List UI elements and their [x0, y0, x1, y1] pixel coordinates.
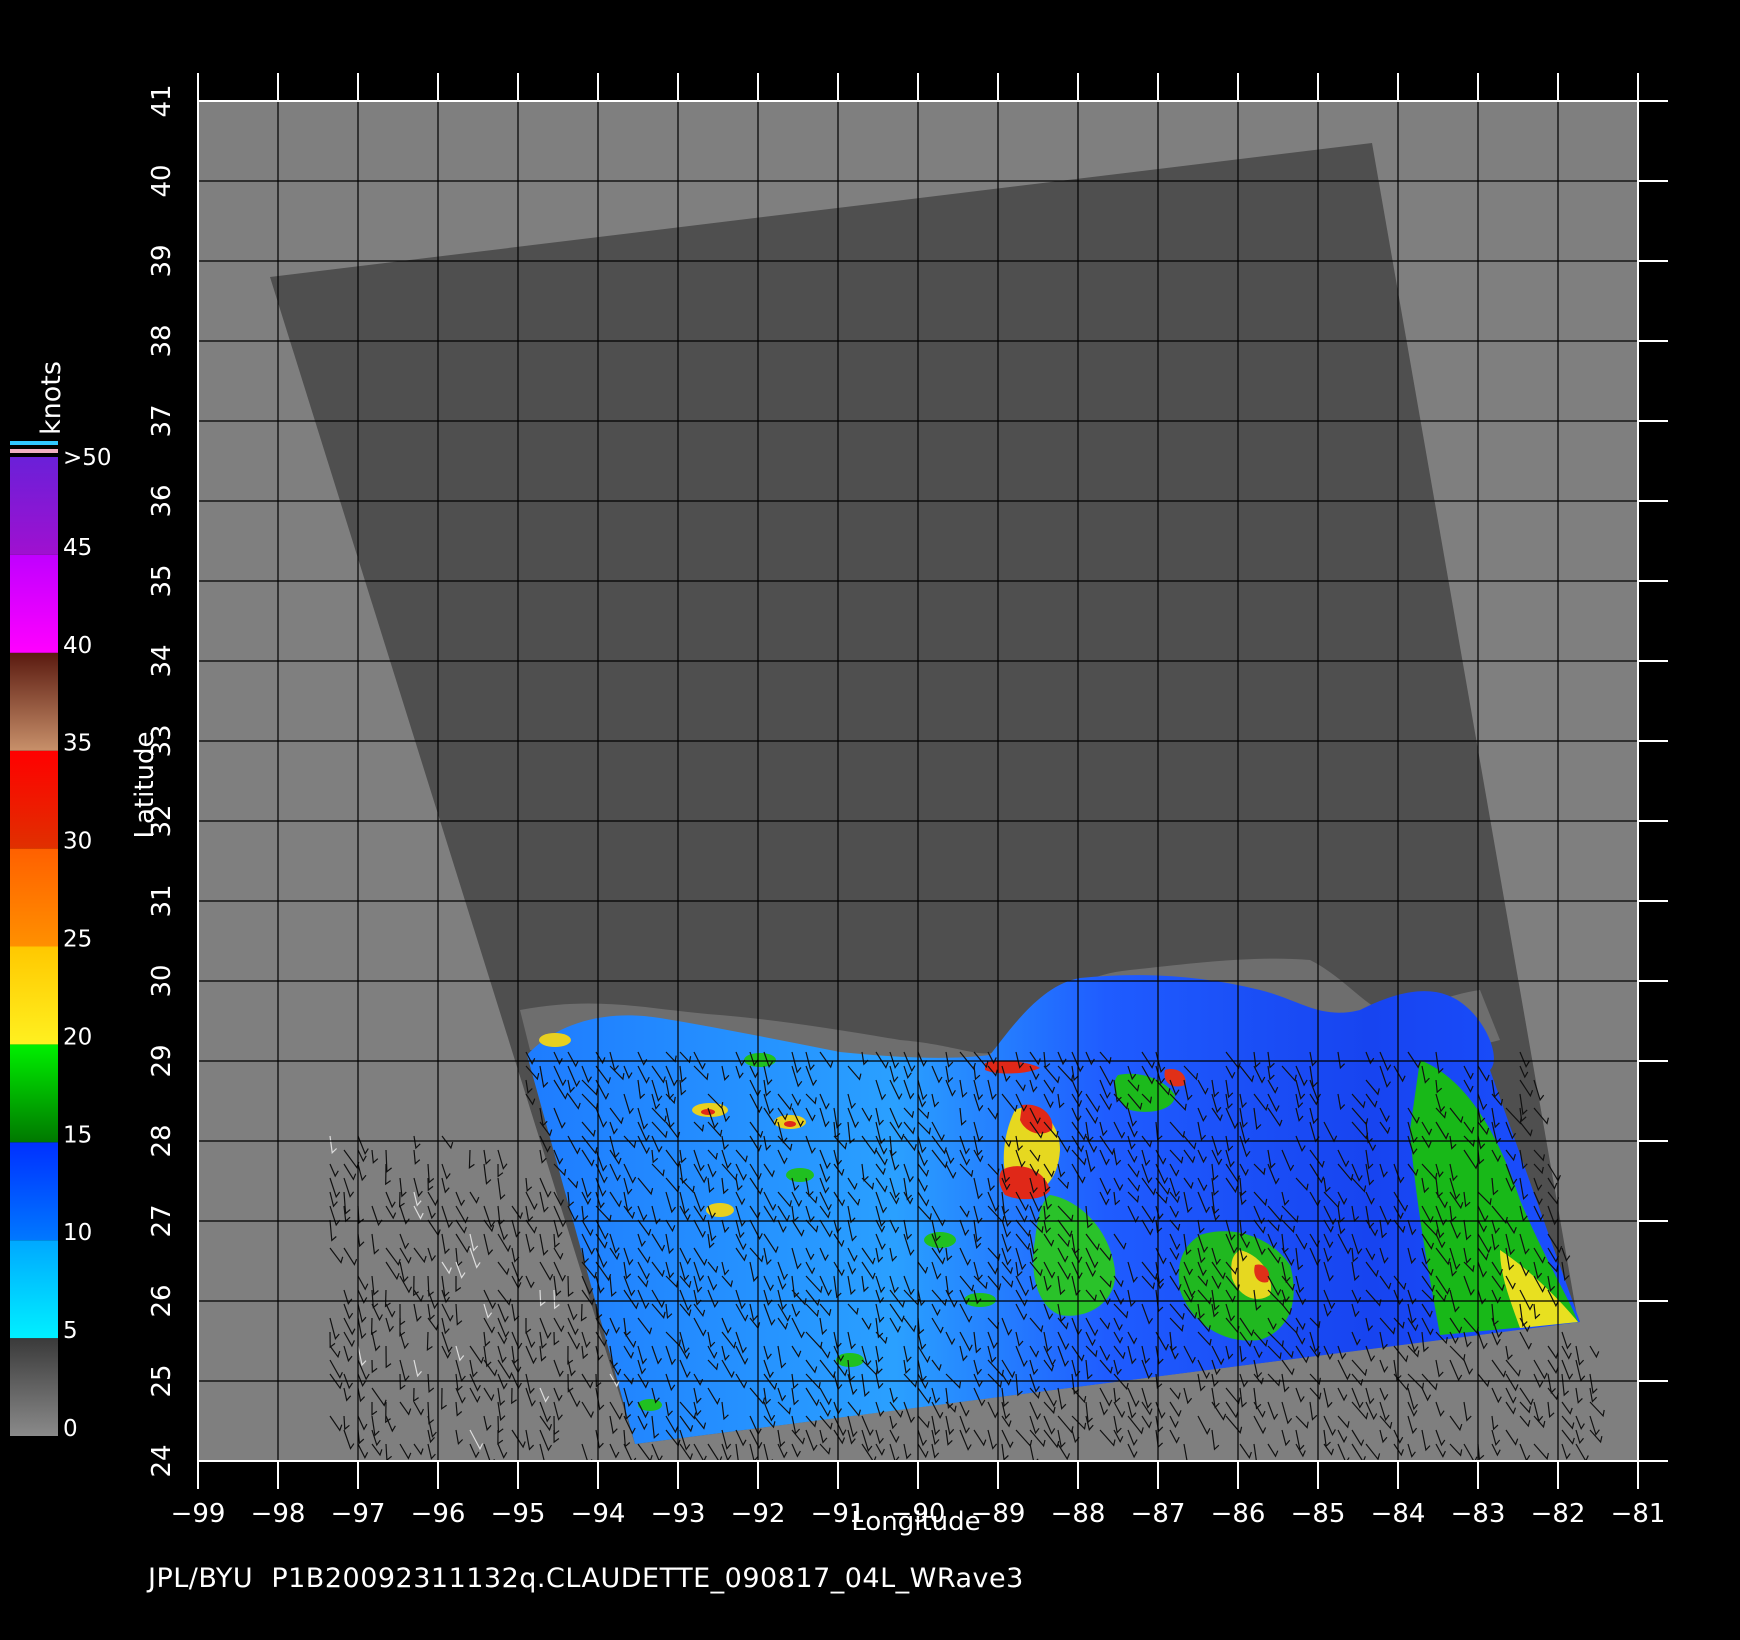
colorbar-label: 5	[63, 1318, 78, 1344]
lat-tick-label: 24	[147, 1444, 177, 1477]
colorbar-segment	[10, 946, 58, 1045]
lat-tick-label: 28	[147, 1124, 177, 1157]
lon-tick-label: −83	[1451, 1499, 1506, 1529]
lat-tick-label: 35	[147, 564, 177, 597]
colorbar-label: 15	[63, 1122, 92, 1148]
lon-tick-label: −92	[731, 1499, 786, 1529]
lon-tick-label: −82	[1531, 1499, 1586, 1529]
wind-map-figure: −99 −98 −97 −96 −95 −94 −93 −92 −91 −90 −89 −88 −87−…	[10, 73, 1668, 1537]
lat-tick-label: 37	[147, 404, 177, 437]
lat-tick-label: 31	[147, 884, 177, 917]
lon-tick-label: −85	[1291, 1499, 1346, 1529]
lat-tick-label: 34	[147, 644, 177, 677]
colorbar-segment	[10, 457, 58, 555]
colorbar-segment	[10, 848, 58, 947]
lon-tick-label: −81	[1611, 1499, 1666, 1529]
footer-caption: JPL/BYU P1B20092311132q.CLAUDETTE_090817…	[148, 1563, 1024, 1594]
colorbar-segment	[10, 1240, 58, 1339]
lon-tick-label: −95	[491, 1499, 546, 1529]
colorbar-label: 10	[63, 1220, 92, 1246]
colorbar: >50 45 40 35 30 25 20 15 10 5 0 knots	[10, 361, 112, 1442]
colorbar-label: 40	[63, 633, 92, 659]
lat-tick-label: 36	[147, 484, 177, 517]
lat-tick-label: 25	[147, 1364, 177, 1397]
colorbar-segment	[10, 1044, 58, 1143]
plot-area	[198, 101, 1638, 1461]
lat-tick-label: 39	[147, 244, 177, 277]
lat-tick-label: 27	[147, 1204, 177, 1237]
colorbar-segment	[10, 1142, 58, 1241]
lon-tick-label: −98	[251, 1499, 306, 1529]
lon-tick-label: −86	[1211, 1499, 1266, 1529]
colorbar-label: 45	[63, 535, 92, 561]
colorbar-cap-cyan	[10, 441, 58, 445]
lat-tick-label: 29	[147, 1044, 177, 1077]
x-axis-label: Longitude	[851, 1507, 980, 1537]
colorbar-segment	[10, 554, 58, 653]
colorbar-label: >50	[63, 445, 112, 471]
lon-tick-label: −88	[1051, 1499, 1106, 1529]
lon-tick-label: −97	[331, 1499, 386, 1529]
colorbar-label: 20	[63, 1024, 92, 1050]
colorbar-cap-pink	[10, 449, 58, 453]
colorbar-label: 0	[63, 1416, 78, 1442]
colorbar-label: 35	[63, 731, 92, 757]
lon-tick-label: −94	[571, 1499, 626, 1529]
lat-tick-label: 38	[147, 324, 177, 357]
lat-tick-label: 30	[147, 964, 177, 997]
colorbar-segment	[10, 750, 58, 849]
lon-tick-label: −87	[1131, 1499, 1186, 1529]
lon-tick-label: −93	[651, 1499, 706, 1529]
lat-tick-label: 40	[147, 164, 177, 197]
y-axis-label: Latitude	[130, 731, 160, 838]
colorbar-unit: knots	[36, 361, 67, 435]
lon-tick-label: −99	[171, 1499, 226, 1529]
lat-tick-label: 26	[147, 1284, 177, 1317]
lon-tick-label: −84	[1371, 1499, 1426, 1529]
colorbar-label: 25	[63, 927, 92, 953]
colorbar-segment	[10, 1338, 58, 1436]
colorbar-segment	[10, 652, 58, 751]
lat-tick-label: 41	[147, 84, 177, 117]
lon-tick-label: −96	[411, 1499, 466, 1529]
colorbar-label: 30	[63, 829, 92, 855]
